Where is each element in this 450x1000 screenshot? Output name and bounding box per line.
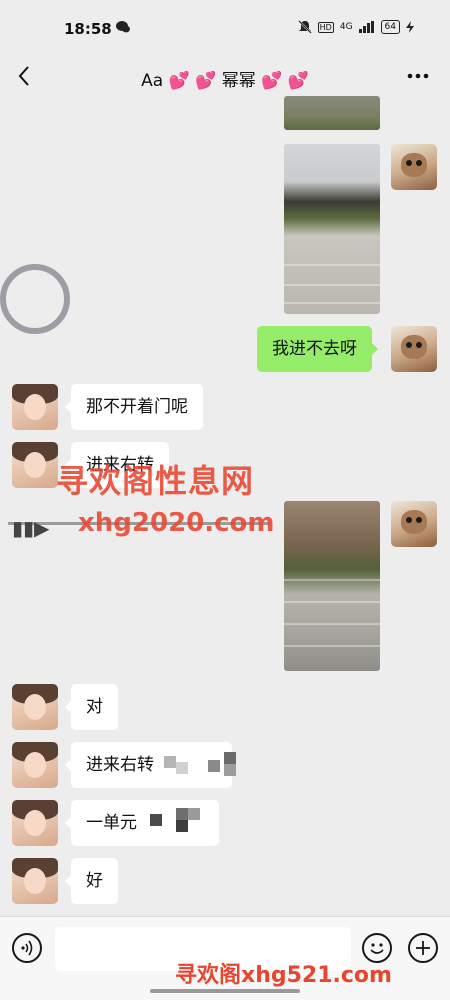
contact-avatar[interactable]: [12, 858, 58, 904]
battery-icon: 64: [380, 20, 400, 34]
message-bubble-in[interactable]: 一单元: [65, 800, 219, 846]
voice-icon[interactable]: [12, 933, 42, 963]
watermark-arrow-icon: ▮▮▶: [12, 516, 50, 540]
floating-assist-ball[interactable]: [0, 264, 70, 334]
contact-avatar[interactable]: [12, 742, 58, 788]
watermark-text: 寻欢阁性息网: [56, 462, 255, 500]
status-icons: HD 4G 64: [297, 20, 414, 34]
watermark-bottom: 寻欢阁xhg521.com: [175, 963, 392, 988]
pixelation: [224, 764, 236, 776]
status-time: 18:58: [64, 20, 112, 38]
message-bubble-out[interactable]: 我进不去呀: [257, 326, 378, 372]
my-avatar[interactable]: [391, 326, 437, 372]
pixelation: [224, 752, 236, 764]
home-indicator[interactable]: [150, 989, 300, 993]
message-bubble-in[interactable]: 那不开着门呢: [65, 384, 203, 430]
chat-header: Aa 💕 💕 幂幂 💕 💕: [0, 58, 450, 96]
voice-wave-icon: [21, 940, 33, 956]
my-avatar[interactable]: [391, 501, 437, 547]
pixelation: [208, 760, 220, 772]
add-icon: [416, 941, 430, 955]
pixelation: [176, 808, 188, 820]
image-message[interactable]: [284, 96, 380, 130]
pixelation: [164, 756, 176, 768]
pixelation: [188, 808, 200, 820]
pixelation: [150, 814, 162, 826]
my-avatar[interactable]: [391, 144, 437, 190]
mute-icon: [297, 20, 312, 34]
image-message[interactable]: [284, 144, 380, 314]
pixelation: [176, 820, 188, 832]
contact-avatar[interactable]: [12, 442, 58, 488]
input-bar: 寻欢阁xhg521.com: [0, 916, 450, 1000]
charging-icon: [406, 21, 414, 33]
contact-avatar[interactable]: [12, 800, 58, 846]
message-text: 进来右转: [86, 755, 154, 775]
message-bubble-in[interactable]: 对: [65, 684, 118, 730]
message-list[interactable]: 我进不去呀 那不开着门呢 进来右转 对 进来右转 一单元 好 ▮▮▶ 寻欢阁性息…: [0, 96, 450, 916]
watermark-url: xhg2020.com: [78, 508, 275, 538]
message-text: 一单元: [86, 813, 137, 833]
pixelation: [176, 762, 188, 774]
chat-title: Aa 💕 💕 幂幂 💕 💕: [141, 71, 309, 91]
more-icon[interactable]: [406, 70, 430, 82]
signal-icon: [358, 21, 374, 33]
contact-avatar[interactable]: [12, 384, 58, 430]
image-message[interactable]: [284, 501, 380, 671]
message-bubble-in[interactable]: 好: [65, 858, 118, 904]
network-label: 4G: [339, 22, 353, 32]
status-bar: 18:58 HD 4G 64: [0, 0, 450, 58]
plus-icon[interactable]: [408, 933, 438, 963]
hd-icon: HD: [317, 21, 334, 33]
wechat-msg-icon: [116, 21, 130, 33]
contact-avatar[interactable]: [12, 684, 58, 730]
